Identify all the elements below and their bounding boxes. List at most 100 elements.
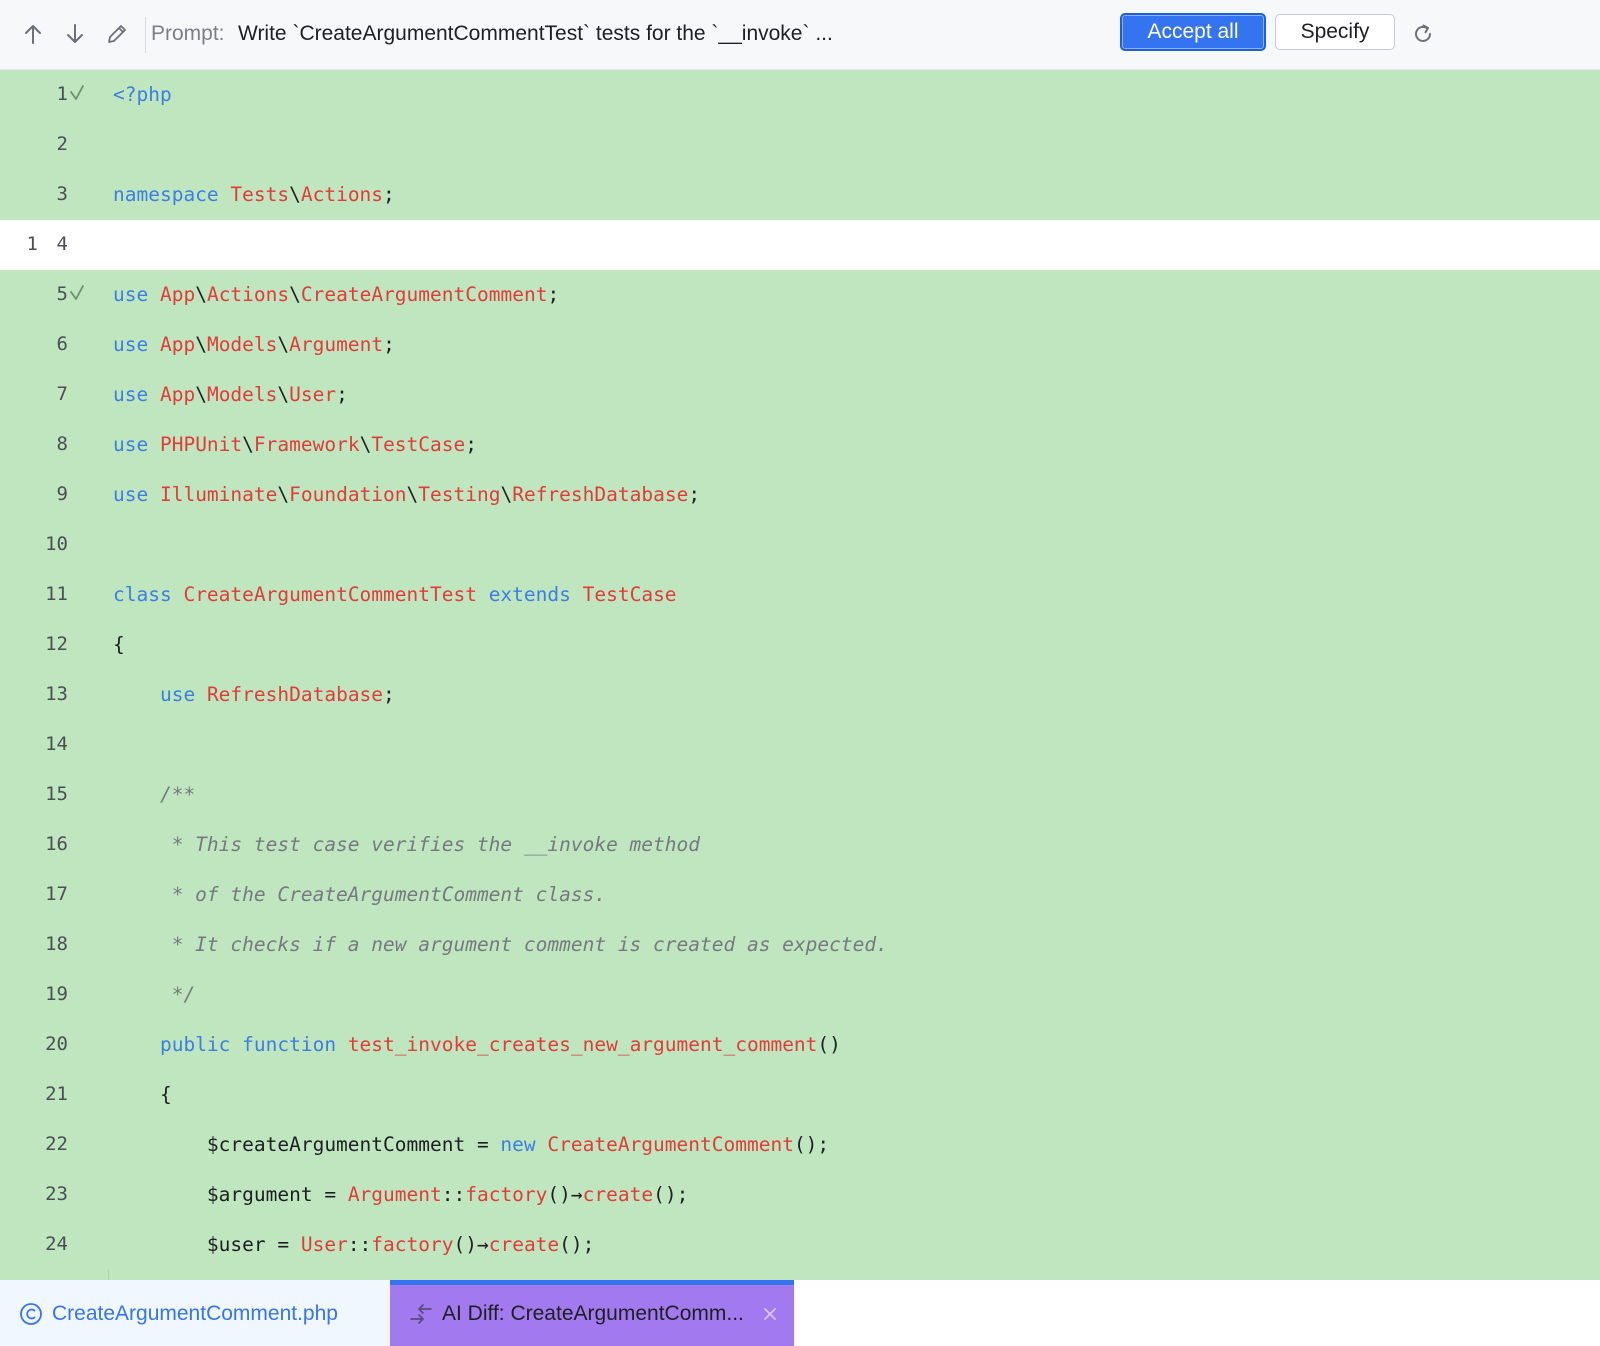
code-text[interactable]: use App\Models\Argument; — [113, 331, 395, 359]
code-line[interactable]: 16 * This test case verifies the __invok… — [0, 820, 1600, 870]
code-line[interactable]: 11 class CreateArgumentCommentTest extend… — [0, 570, 1600, 620]
code-line[interactable]: 8 use PHPUnit\Framework\TestCase; — [0, 420, 1600, 470]
code-line[interactable]: 24 $user = User::factory()→create(); — [0, 1220, 1600, 1270]
tab-label: CreateArgumentComment.php — [52, 1302, 338, 1325]
code-text[interactable]: $createArgumentComment = new CreateArgum… — [113, 1131, 829, 1159]
code-text[interactable]: public function test_invoke_creates_new_… — [113, 1031, 841, 1059]
code-token: { — [113, 633, 125, 656]
code-token: Illuminate — [159, 483, 278, 506]
code-line[interactable]: 1 <?php — [0, 70, 1600, 120]
prompt-text[interactable]: Write `CreateArgumentCommentTest` tests … — [238, 20, 833, 48]
new-line-number: 1 — [56, 83, 68, 105]
tab-ai-diff[interactable]: AI Diff: CreateArgumentComm... — [390, 1280, 794, 1346]
code-line[interactable]: 9 use Illuminate\Foundation\Testing\Refre… — [0, 470, 1600, 520]
accept-check-icon[interactable] — [69, 84, 85, 102]
code-token: RefreshDatabase — [206, 683, 384, 706]
new-line-number: 23 — [45, 1183, 68, 1205]
code-token: { — [113, 1083, 172, 1106]
close-icon[interactable] — [758, 1302, 782, 1326]
arrow-down-icon[interactable] — [60, 19, 90, 49]
code-line[interactable]: 2 — [0, 120, 1600, 170]
code-line[interactable]: 15 /** — [0, 770, 1600, 820]
new-line-number: 17 — [45, 883, 68, 905]
code-token: public function — [159, 1033, 348, 1056]
code-text[interactable]: namespace Tests\Actions; — [113, 181, 395, 209]
code-token: * of the CreateArgumentComment class. — [113, 883, 607, 906]
code-line[interactable]: 14 — [0, 720, 1600, 770]
ai-diff-icon — [410, 1304, 432, 1324]
code-line[interactable]: 19 */ — [0, 970, 1600, 1020]
code-token: User — [300, 1233, 348, 1256]
accept-check-icon[interactable] — [69, 284, 85, 302]
code-token: CreateArgumentComment — [547, 1133, 794, 1156]
code-token: use — [113, 283, 160, 306]
specify-button[interactable]: Specify — [1275, 14, 1395, 50]
new-line-number: 9 — [56, 483, 68, 505]
pencil-icon[interactable] — [102, 19, 132, 49]
code-line[interactable]: 12 { — [0, 620, 1600, 670]
new-line-number: 3 — [56, 183, 68, 205]
code-line[interactable]: 13 use RefreshDatabase; — [0, 670, 1600, 720]
arrow-up-icon[interactable] — [18, 19, 48, 49]
code-token: extends — [476, 583, 583, 606]
code-text[interactable]: use Illuminate\Foundation\Testing\Refres… — [113, 481, 700, 509]
new-line-number: 12 — [45, 633, 68, 655]
code-text[interactable]: { — [113, 631, 125, 659]
code-text[interactable]: */ — [113, 981, 196, 1009]
code-token: Actions — [206, 283, 290, 306]
toolbar-separator — [145, 17, 146, 53]
code-text[interactable]: { — [113, 1081, 172, 1109]
tab-create-argument-comment[interactable]: CreateArgumentComment.php — [0, 1280, 390, 1346]
code-line[interactable]: 7 use App\Models\User; — [0, 370, 1600, 420]
code-text[interactable]: /** — [113, 781, 195, 809]
code-token: \ — [277, 383, 290, 406]
code-line[interactable]: 14 — [0, 220, 1600, 270]
code-token: ()→ — [547, 1183, 583, 1206]
new-line-number: 14 — [45, 733, 68, 755]
code-line[interactable]: 23 $argument = Argument::factory()→creat… — [0, 1170, 1600, 1220]
code-line[interactable]: 18 * It checks if a new argument comment… — [0, 920, 1600, 970]
code-line[interactable]: 21 { — [0, 1070, 1600, 1120]
code-token: Foundation — [289, 483, 407, 506]
code-line[interactable]: 17 * of the CreateArgumentComment class. — [0, 870, 1600, 920]
code-line[interactable]: 22 $createArgumentComment = new CreateAr… — [0, 1120, 1600, 1170]
editor-tab-bar: CreateArgumentComment.php AI Diff: Creat… — [0, 1280, 1600, 1346]
diff-toolbar: Prompt: Write `CreateArgumentCommentTest… — [0, 0, 1600, 70]
code-token: TestCase — [582, 583, 677, 606]
code-text[interactable]: $argument = Argument::factory()→create()… — [113, 1181, 688, 1209]
code-token: App — [159, 333, 196, 356]
new-line-number: 24 — [45, 1233, 68, 1255]
accept-all-button[interactable]: Accept all — [1120, 13, 1266, 51]
code-token: $createArgumentComment = — [113, 1133, 501, 1156]
code-text[interactable]: use App\Actions\CreateArgumentComment; — [113, 281, 559, 309]
code-text[interactable]: use RefreshDatabase; — [113, 681, 395, 709]
code-text[interactable]: $user = User::factory()→create(); — [113, 1231, 595, 1259]
code-line[interactable]: 6 use App\Models\Argument; — [0, 320, 1600, 370]
code-text[interactable]: use App\Models\User; — [113, 381, 348, 409]
code-token: factory — [371, 1233, 454, 1256]
code-token: Argument — [347, 1183, 442, 1206]
code-text[interactable]: * This test case verifies the __invoke m… — [113, 831, 700, 859]
code-token: PHPUnit — [159, 433, 243, 456]
code-token: \ — [289, 283, 301, 306]
code-text[interactable]: * of the CreateArgumentComment class. — [113, 881, 606, 909]
code-line[interactable]: 10 — [0, 520, 1600, 570]
code-token: App — [159, 383, 196, 406]
new-line-number: 15 — [45, 783, 68, 805]
code-line[interactable]: 3 namespace Tests\Actions; — [0, 170, 1600, 220]
code-token: \ — [500, 483, 513, 506]
code-token: use — [113, 433, 160, 456]
code-text[interactable]: <?php — [113, 81, 172, 109]
code-text[interactable]: * It checks if a new argument comment is… — [113, 931, 888, 959]
refresh-icon[interactable] — [1408, 19, 1438, 49]
tab-label: AI Diff: CreateArgumentComm... — [442, 1302, 744, 1325]
code-line[interactable]: 5 use App\Actions\CreateArgumentComment; — [0, 270, 1600, 320]
code-text[interactable]: class CreateArgumentCommentTest extends … — [113, 581, 677, 609]
code-line[interactable]: 20 public function test_invoke_creates_n… — [0, 1020, 1600, 1070]
diff-editor[interactable]: 1 <?php 2 3 namespace Tests\Actions; 1 4 5 use A… — [0, 70, 1600, 1280]
code-token: ; — [547, 283, 560, 306]
code-token: create — [582, 1183, 654, 1206]
code-text[interactable]: use PHPUnit\Framework\TestCase; — [113, 431, 477, 459]
